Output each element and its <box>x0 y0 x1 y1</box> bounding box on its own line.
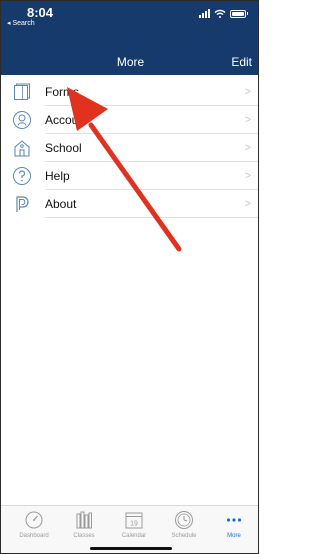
school-icon <box>14 140 30 157</box>
divider <box>45 217 258 218</box>
battery-icon <box>230 9 246 18</box>
classes-icon <box>76 511 92 529</box>
signal-icon <box>199 9 210 18</box>
calendar-icon: 19 <box>125 512 143 529</box>
schedule-icon <box>175 511 193 529</box>
calendar-day: 19 <box>130 521 138 528</box>
menu-item-label: Help <box>45 169 70 183</box>
chevron-right-icon: > <box>244 142 251 154</box>
menu-item-label: School <box>45 141 82 155</box>
tab-schedule[interactable]: Schedule <box>159 510 209 539</box>
tab-label: Calendar <box>121 533 147 539</box>
phone-screen: 8:04 ◂ Search More Edit Forms > Accou > … <box>0 0 259 554</box>
forms-icon <box>14 83 30 100</box>
chevron-right-icon: > <box>244 170 251 182</box>
account-icon <box>13 111 31 129</box>
tab-more[interactable]: More <box>209 510 258 539</box>
page-title: More <box>116 55 145 69</box>
tab-classes[interactable]: Classes <box>59 510 109 539</box>
chevron-right-icon: > <box>244 114 251 126</box>
status-time: 8:04 <box>27 5 54 20</box>
more-icon <box>226 518 242 522</box>
menu-item-about[interactable]: About > <box>1 190 258 218</box>
tab-dashboard[interactable]: Dashboard <box>9 510 59 539</box>
menu-item-help[interactable]: Help > <box>1 162 258 190</box>
about-icon <box>16 196 29 212</box>
menu-item-label: About <box>45 197 77 211</box>
navigation-bar: 8:04 ◂ Search More Edit <box>1 1 258 75</box>
chevron-right-icon: > <box>244 86 251 98</box>
tab-calendar[interactable]: 19 Calendar <box>109 510 159 539</box>
chevron-right-icon: > <box>244 198 251 210</box>
menu-item-school[interactable]: School > <box>1 134 258 162</box>
menu-item-account[interactable]: Accou > <box>1 106 258 134</box>
wifi-icon <box>214 9 226 18</box>
tab-label: Classes <box>73 533 95 539</box>
tab-label: More <box>227 533 241 539</box>
more-menu-list: Forms > Accou > School > Help > About > <box>1 78 258 218</box>
menu-item-label: Accou <box>45 113 79 127</box>
dashboard-icon <box>25 511 43 529</box>
edit-button[interactable]: Edit <box>231 55 252 69</box>
status-icons <box>199 9 248 18</box>
battery-tip-icon <box>247 12 248 15</box>
back-to-search-link[interactable]: ◂ Search <box>7 19 35 27</box>
tab-label: Schedule <box>171 533 197 539</box>
home-indicator[interactable] <box>90 547 172 550</box>
help-icon <box>13 167 31 185</box>
tab-label: Dashboard <box>19 533 49 539</box>
menu-item-forms[interactable]: Forms > <box>1 78 258 106</box>
menu-item-label: Forms <box>45 85 79 99</box>
